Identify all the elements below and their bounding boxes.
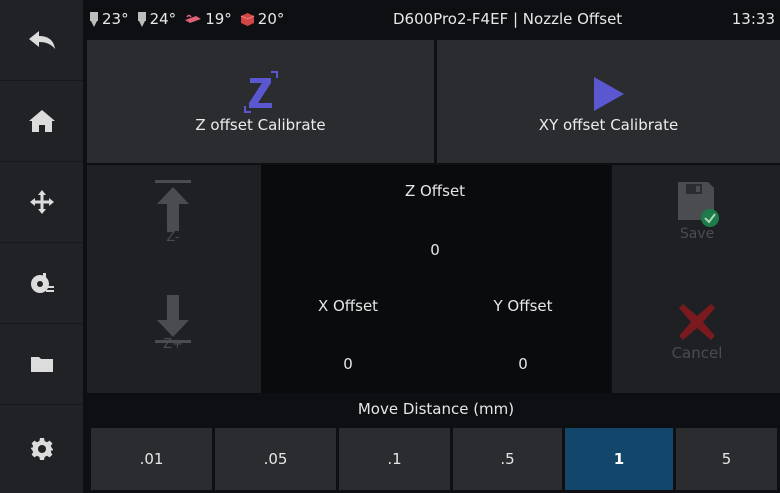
sidebar [0, 0, 83, 493]
clock: 13:33 [731, 10, 775, 28]
extruder-icon [90, 11, 98, 27]
cancel-label: Cancel [671, 344, 723, 362]
chamber-icon [240, 12, 254, 26]
x-offset-value: 0 [343, 355, 353, 373]
distance-option-5[interactable]: 5 [676, 428, 777, 490]
z-plus-label: Z+ [163, 337, 183, 352]
save-icon [678, 182, 719, 227]
temperature-readouts: 23° 24° 19° 20° [89, 10, 284, 28]
distance-option-0.1[interactable]: .1 [339, 428, 450, 490]
cancel-icon [679, 304, 715, 340]
settings-icon [30, 438, 53, 460]
z-calibrate-icon [243, 71, 278, 113]
z-minus-label: Z- [166, 230, 180, 245]
distance-option-0.01[interactable]: .01 [91, 428, 212, 490]
move-distance-selector: .01 .05 .1 .5 1 5 [91, 428, 777, 490]
z-plus-button[interactable]: Z+ [148, 295, 198, 352]
cancel-button[interactable]: Cancel [660, 302, 734, 362]
z-offset-value: 0 [430, 241, 440, 259]
save-button[interactable]: Save [665, 180, 729, 242]
arrow-up-icon [155, 180, 191, 231]
z-offset-calibrate-button[interactable]: Z offset Calibrate [87, 40, 434, 163]
folder-icon [30, 357, 53, 372]
bed-icon [185, 14, 202, 23]
distance-option-0.5[interactable]: .5 [453, 428, 562, 490]
z-offset-calibrate-label: Z offset Calibrate [195, 116, 326, 134]
z-minus-button[interactable]: Z- [148, 180, 198, 245]
xy-offset-calibrate-button[interactable]: XY offset Calibrate [437, 40, 780, 163]
move-button[interactable] [0, 162, 83, 243]
distance-option-1[interactable]: 1 [565, 428, 673, 490]
page-title: D600Pro2-F4EF | Nozzle Offset [393, 10, 623, 28]
back-button[interactable] [0, 0, 83, 81]
files-button[interactable] [0, 324, 83, 405]
bed-temp: 19° [184, 10, 232, 28]
z-offset-label: Z Offset [404, 182, 466, 200]
extrude-icon [30, 273, 54, 293]
back-icon [28, 31, 55, 49]
move-icon [29, 190, 54, 214]
y-offset-label: Y Offset [493, 297, 553, 315]
settings-button[interactable] [0, 405, 83, 493]
home-button[interactable] [0, 81, 83, 162]
extruder-icon [137, 11, 146, 27]
move-distance-label: Move Distance (mm) [357, 400, 515, 418]
save-label: Save [679, 226, 715, 242]
extruder1-temp: 23° [89, 10, 129, 28]
y-offset-value: 0 [518, 355, 528, 373]
play-icon [593, 77, 624, 111]
xy-offset-calibrate-label: XY offset Calibrate [538, 116, 679, 134]
distance-option-0.05[interactable]: .05 [215, 428, 336, 490]
chamber-temp: 20° [240, 10, 284, 28]
extruder2-temp: 24° [137, 10, 176, 28]
extrude-button[interactable] [0, 243, 83, 324]
status-bar: 23° 24° 19° 20° D600Pro2-F4EF | Nozzle O… [83, 0, 780, 40]
x-offset-label: X Offset [317, 297, 379, 315]
home-icon [28, 110, 55, 132]
